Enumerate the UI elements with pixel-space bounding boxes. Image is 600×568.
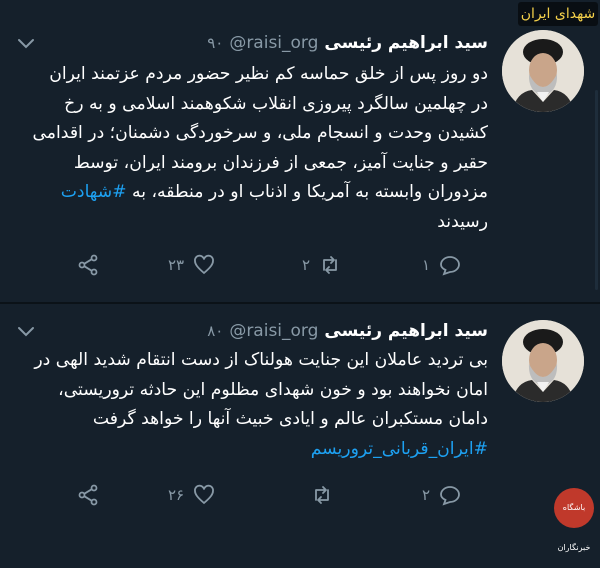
- watermark-badge: باشگاه خبرنگاران: [554, 488, 594, 552]
- tweet[interactable]: سید ابراهیم رئیسی @raisi_org ۹۰ دو روز پ…: [0, 0, 600, 302]
- like-button[interactable]: ۲۶: [168, 480, 216, 510]
- chevron-down-icon[interactable]: [14, 320, 38, 344]
- tweet-header: سید ابراهیم رئیسی @raisi_org ۹۰: [207, 29, 488, 57]
- timestamp[interactable]: ۸۰: [207, 317, 223, 345]
- retweet-count: ۲: [302, 256, 311, 274]
- tweet-text: بی تردید عاملان این جنایت هولناک از دست …: [28, 346, 488, 464]
- tweet-text-tail: رسیدند: [437, 211, 488, 232]
- reply-count: ۱: [422, 256, 431, 274]
- display-name[interactable]: سید ابراهیم رئیسی: [324, 29, 488, 57]
- like-count: ۲۳: [168, 256, 185, 274]
- watermark-logo: شهدای ایران: [518, 2, 598, 26]
- scrollbar[interactable]: [595, 90, 598, 290]
- like-count: ۲۶: [168, 486, 185, 504]
- retweet-button[interactable]: [302, 480, 334, 510]
- share-button[interactable]: [76, 250, 100, 280]
- reply-button[interactable]: ۱: [422, 250, 462, 280]
- tweet-feed: سید ابراهیم رئیسی @raisi_org ۹۰ دو روز پ…: [0, 0, 600, 552]
- reply-button[interactable]: ۲: [422, 480, 462, 510]
- share-icon: [78, 254, 98, 276]
- like-button[interactable]: ۲۳: [168, 250, 216, 280]
- heart-icon: [194, 254, 215, 275]
- reply-icon: [440, 256, 460, 276]
- avatar-image: [502, 30, 584, 112]
- avatar-image: [502, 320, 584, 402]
- reply-icon: [440, 486, 460, 506]
- tweet-header: سید ابراهیم رئیسی @raisi_org ۸۰: [207, 317, 488, 345]
- tweet-actions: ۲۶ ۲: [64, 480, 504, 510]
- retweet-button[interactable]: ۲: [302, 250, 342, 280]
- heart-icon: [194, 484, 215, 505]
- avatar[interactable]: [502, 30, 584, 112]
- timestamp[interactable]: ۹۰: [207, 29, 223, 57]
- tweet[interactable]: سید ابراهیم رئیسی @raisi_org ۸۰ بی تردید…: [0, 304, 600, 532]
- avatar[interactable]: [502, 320, 584, 402]
- retweet-icon: [323, 256, 337, 274]
- retweet-icon: [315, 486, 329, 504]
- tweet-text: دو روز پس از خلق حماسه کم نظیر حضور مردم…: [28, 60, 488, 237]
- hashtag-link[interactable]: #شهادت: [61, 182, 127, 202]
- reply-count: ۲: [422, 486, 431, 504]
- user-handle[interactable]: @raisi_org: [229, 29, 318, 57]
- tweet-text-body: بی تردید عاملان این جنایت هولناک از دست …: [34, 350, 488, 429]
- share-icon: [78, 484, 98, 506]
- user-handle[interactable]: @raisi_org: [229, 317, 318, 345]
- hashtag-link[interactable]: #ایران_قربانی_تروریسم: [311, 439, 488, 459]
- share-button[interactable]: [76, 480, 100, 510]
- tweet-actions: ۲۳ ۲ ۱: [64, 250, 504, 280]
- display-name[interactable]: سید ابراهیم رئیسی: [324, 317, 488, 345]
- chevron-down-icon[interactable]: [14, 32, 38, 56]
